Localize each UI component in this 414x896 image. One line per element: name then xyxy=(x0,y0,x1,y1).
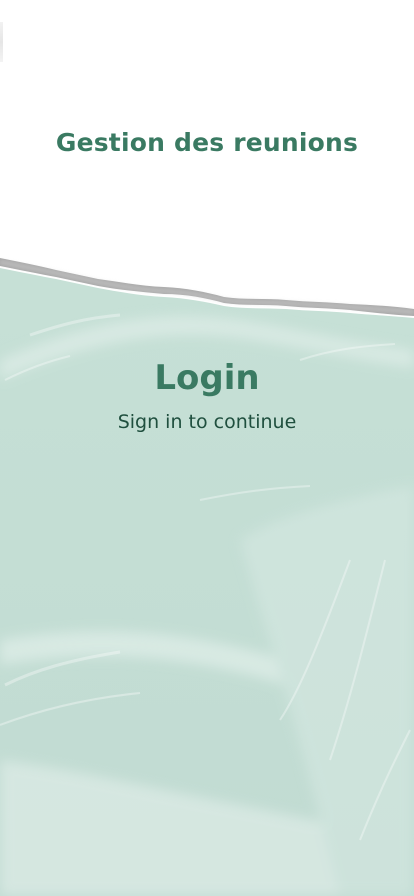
login-screen: Gestion des reunions Login Sign in to co… xyxy=(0,0,414,896)
login-title: Login xyxy=(154,358,260,398)
torn-paper-texture-icon xyxy=(0,258,414,896)
login-subtitle: Sign in to continue xyxy=(117,411,297,433)
